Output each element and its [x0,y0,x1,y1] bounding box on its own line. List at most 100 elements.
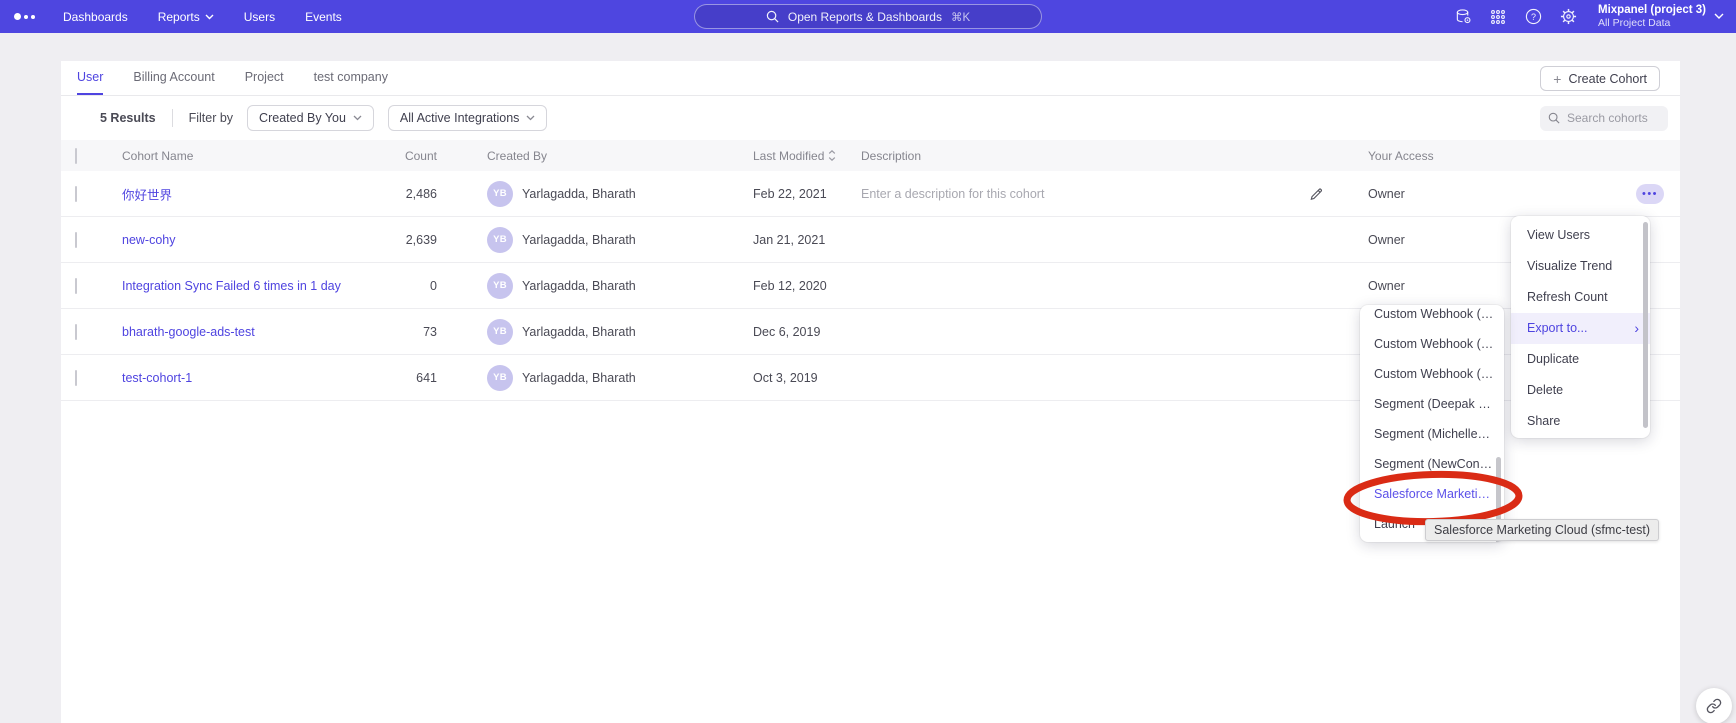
export-submenu: Custom Webhook (Cu... Custom Webhook (Co… [1360,305,1504,542]
cohort-name-link[interactable]: 你好世界 [122,184,172,203]
created-by-cell: YB Yarlagadda, Bharath [487,273,636,299]
header-description[interactable]: Description [861,149,921,163]
tab-user[interactable]: User [77,61,103,95]
menu-item-visualize-trend[interactable]: Visualize Trend [1511,251,1650,282]
menu-item-refresh-count[interactable]: Refresh Count [1511,282,1650,313]
export-to-label: Export to... [1527,321,1587,335]
nav-events[interactable]: Events [305,10,342,24]
header-count[interactable]: Count [341,149,437,163]
row-checkbox[interactable] [75,232,77,248]
submenu-arrow-icon: › [1634,313,1639,344]
filter-by-label: Filter by [189,111,233,125]
edit-description-pencil-icon[interactable] [1309,186,1324,201]
select-all-checkbox[interactable] [75,148,77,164]
submenu-item-salesforce-marketing-cloud[interactable]: Salesforce Marketing C... [1360,479,1504,509]
share-link-button[interactable] [1696,688,1732,723]
header-last-modified-label: Last Modified [753,149,824,163]
global-search-bar[interactable]: Open Reports & Dashboards ⌘K [694,4,1042,29]
cohort-name-link[interactable]: test-cohort-1 [122,371,192,385]
menu-item-share[interactable]: Share [1511,406,1650,437]
last-modified-cell: Jan 21, 2021 [753,233,825,247]
creator-name: Yarlagadda, Bharath [522,187,636,201]
nav-users[interactable]: Users [244,10,275,24]
nav-reports[interactable]: Reports [158,10,214,24]
settings-gear-icon[interactable] [1559,8,1577,26]
apps-grid-icon[interactable] [1489,8,1507,26]
chevron-down-icon [1714,13,1724,20]
integrations-dropdown[interactable]: All Active Integrations [388,105,548,131]
tab-test-company[interactable]: test company [314,61,388,95]
chevron-down-icon [526,115,535,121]
tabs-row: User Billing Account Project test compan… [61,61,1680,96]
submenu-item-custom-webhook-2[interactable]: Custom Webhook (Co... [1360,329,1504,359]
cohort-name-link[interactable]: new-cohy [122,233,176,247]
table-row[interactable]: new-cohy 2,639 YB Yarlagadda, Bharath Ja… [61,217,1680,263]
last-modified-cell: Feb 22, 2021 [753,187,827,201]
cohort-count: 2,486 [341,187,437,201]
results-count: 5 Results [100,111,156,125]
row-actions-button[interactable]: ••• [1636,184,1664,204]
menu-item-duplicate[interactable]: Duplicate [1511,344,1650,375]
cohort-name-link[interactable]: Integration Sync Failed 6 times in 1 day [122,279,341,293]
created-by-cell: YB Yarlagadda, Bharath [487,365,636,391]
plus-icon: + [1553,72,1561,86]
create-cohort-button[interactable]: + Create Cohort [1540,66,1660,91]
sort-icon [828,150,836,161]
primary-nav: Dashboards Reports Users Events [63,10,342,24]
data-management-icon[interactable] [1454,8,1472,26]
created-by-cell: YB Yarlagadda, Bharath [487,227,636,253]
cohort-count: 2,639 [341,233,437,247]
row-checkbox[interactable] [75,370,77,386]
integrations-value: All Active Integrations [400,111,520,125]
table-row[interactable]: Integration Sync Failed 6 times in 1 day… [61,263,1680,309]
submenu-item-segment-deepak[interactable]: Segment (Deepak con... [1360,389,1504,419]
row-checkbox[interactable] [75,324,77,340]
header-last-modified[interactable]: Last Modified [753,149,836,163]
project-scope: All Project Data [1598,17,1706,29]
header-cohort-name[interactable]: Cohort Name [122,149,193,163]
description-placeholder[interactable]: Enter a description for this cohort [861,187,1044,201]
last-modified-cell: Feb 12, 2020 [753,279,827,293]
creator-name: Yarlagadda, Bharath [522,371,636,385]
nav-dashboards[interactable]: Dashboards [63,10,128,24]
row-checkbox[interactable] [75,278,77,294]
tab-billing-account[interactable]: Billing Account [133,61,214,95]
link-icon [1706,698,1722,714]
tab-project[interactable]: Project [245,61,284,95]
menu-scrollbar[interactable] [1643,222,1648,428]
header-created-by[interactable]: Created By [487,149,547,163]
header-your-access[interactable]: Your Access [1368,149,1434,163]
search-cohorts-box[interactable] [1540,106,1668,131]
submenu-item-custom-webhook-1[interactable]: Custom Webhook (Cu... [1360,305,1504,329]
creator-name: Yarlagadda, Bharath [522,325,636,339]
avatar: YB [487,227,513,253]
row-context-menu: View Users Visualize Trend Refresh Count… [1511,216,1650,438]
access-value: Owner [1368,279,1405,293]
table-row[interactable]: 你好世界 2,486 YB Yarlagadda, Bharath Feb 22… [61,171,1680,217]
search-icon [766,10,779,23]
shortcut-hint: ⌘K [951,10,970,24]
table-header: Cohort Name Count Created By Last Modifi… [61,140,1680,171]
submenu-item-custom-webhook-3[interactable]: Custom Webhook (ne... [1360,359,1504,389]
creator-name: Yarlagadda, Bharath [522,279,636,293]
help-icon[interactable]: ? [1524,8,1542,26]
chevron-down-icon [205,14,214,20]
menu-item-export-to[interactable]: Export to... › [1511,313,1650,344]
cohort-count: 641 [341,371,437,385]
menu-item-view-users[interactable]: View Users [1511,220,1650,251]
avatar: YB [487,319,513,345]
global-search-placeholder: Open Reports & Dashboards [788,10,942,24]
row-checkbox[interactable] [75,186,77,202]
access-value: Owner [1368,233,1405,247]
created-by-dropdown[interactable]: Created By You [247,105,374,131]
cohort-name-link[interactable]: bharath-google-ads-test [122,325,255,339]
submenu-item-segment-michelletest[interactable]: Segment (MichelleTest) [1360,419,1504,449]
divider [172,109,173,127]
avatar: YB [487,273,513,299]
menu-item-delete[interactable]: Delete [1511,375,1650,406]
submenu-item-segment-newconnec[interactable]: Segment (NewConnec... [1360,449,1504,479]
project-switcher[interactable]: Mixpanel (project 3) All Project Data [1598,4,1724,29]
mixpanel-logo-icon[interactable] [14,13,35,20]
project-name: Mixpanel (project 3) [1598,4,1706,17]
search-cohorts-input[interactable] [1567,111,1657,125]
